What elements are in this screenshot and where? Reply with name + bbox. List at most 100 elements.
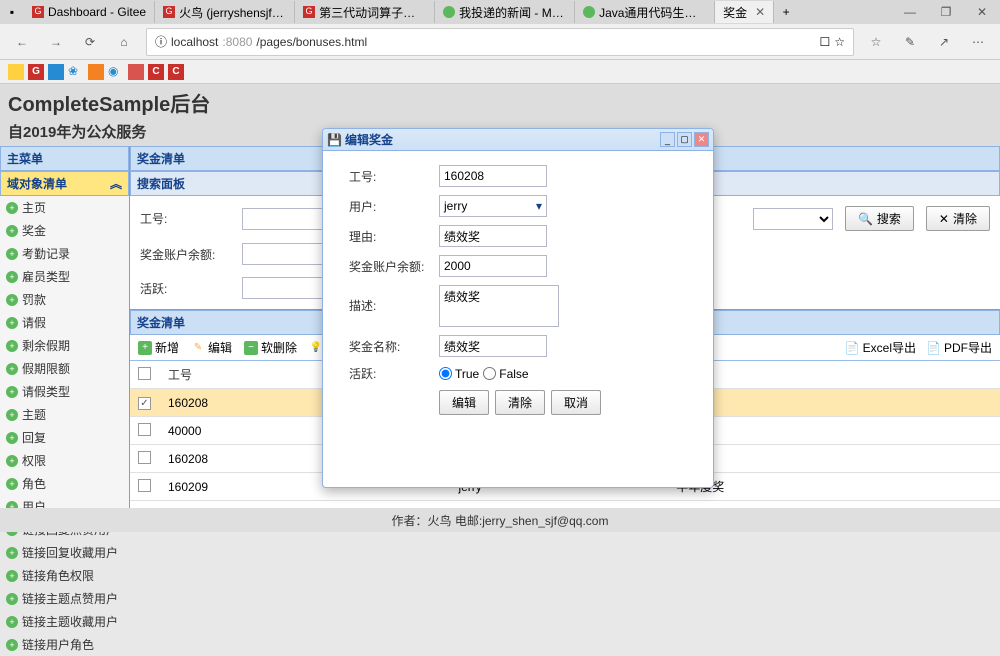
- plus-icon: +: [6, 317, 18, 329]
- tab-5-active[interactable]: 奖金✕: [715, 1, 774, 23]
- plus-icon: +: [6, 340, 18, 352]
- bookmark-5[interactable]: [88, 64, 104, 80]
- sidebar-item[interactable]: +奖金: [0, 219, 129, 242]
- fld-user-select[interactable]: jerry▾: [439, 195, 547, 217]
- new-tab-button[interactable]: +: [774, 1, 798, 23]
- bookmark-4[interactable]: ❀: [68, 64, 84, 80]
- bookmark-star-icon[interactable]: ☆: [834, 35, 845, 49]
- sidebar-item[interactable]: +雇员类型: [0, 265, 129, 288]
- bookmark-8[interactable]: C: [148, 64, 164, 80]
- tab-4[interactable]: Java通用代码生成器光: [575, 1, 715, 23]
- bookmark-7[interactable]: [128, 64, 144, 80]
- sidebar-item[interactable]: +链接角色权限: [0, 564, 129, 587]
- bookmark-2[interactable]: G: [28, 64, 44, 80]
- edit-icon[interactable]: ✎: [898, 30, 922, 54]
- home-button[interactable]: ⌂: [112, 30, 136, 54]
- edit-dialog: 💾编辑奖金 _ ▢ ✕ 工号: 用户:jerry▾ 理由: 奖金账户余额: 描述…: [322, 128, 714, 488]
- window-maximize-button[interactable]: ❐: [932, 2, 960, 22]
- plus-icon: +: [6, 225, 18, 237]
- row-checkbox[interactable]: [138, 451, 151, 464]
- forward-button[interactable]: →: [44, 30, 68, 54]
- collapse-icon[interactable]: ︽: [110, 175, 122, 192]
- url-bar[interactable]: ⓘ localhost:8080/pages/bonuses.html ☐ ☆: [146, 28, 854, 56]
- sidebar-item[interactable]: +罚款: [0, 288, 129, 311]
- minus-icon: −: [244, 341, 258, 355]
- row-checkbox[interactable]: [138, 423, 151, 436]
- edit-button[interactable]: ✎编辑: [191, 339, 232, 356]
- sidebar-item[interactable]: +假期限额: [0, 357, 129, 380]
- sidebar-item[interactable]: +剩余假期: [0, 334, 129, 357]
- reload-button[interactable]: ⟳: [78, 30, 102, 54]
- row-checkbox[interactable]: [138, 479, 151, 492]
- sidebar-item[interactable]: +请假类型: [0, 380, 129, 403]
- close-tab-icon[interactable]: ✕: [755, 5, 765, 19]
- sidebar-item[interactable]: +考勤记录: [0, 242, 129, 265]
- system-menu-icon[interactable]: ▪: [4, 4, 20, 20]
- sidebar-item[interactable]: +链接主题点赞用户: [0, 587, 129, 610]
- sidebar-item[interactable]: +主题: [0, 403, 129, 426]
- bookmark-1[interactable]: [8, 64, 24, 80]
- plus-icon: +: [6, 409, 18, 421]
- sidebar-item[interactable]: +链接主题收藏用户: [0, 610, 129, 633]
- radio-true[interactable]: True: [439, 367, 479, 381]
- dialog-cancel-button[interactable]: 取消: [551, 390, 601, 415]
- tab-1[interactable]: G火鸟 (jerryshensjf) - Git: [155, 1, 295, 23]
- radio-false[interactable]: False: [483, 367, 528, 381]
- plus-icon: +: [6, 363, 18, 375]
- sidebar-item[interactable]: +权限: [0, 449, 129, 472]
- reader-icon[interactable]: ☐: [819, 35, 830, 49]
- fav-icon[interactable]: ☆: [864, 30, 888, 54]
- sidebar-item[interactable]: +回复: [0, 426, 129, 449]
- fld-reason-input[interactable]: [439, 225, 547, 247]
- plus-icon: +: [6, 271, 18, 283]
- bookmark-3[interactable]: [48, 64, 64, 80]
- clear-button[interactable]: ✕清除: [926, 206, 990, 231]
- fld-name-input[interactable]: [439, 335, 547, 357]
- sidebar-item[interactable]: +主页: [0, 196, 129, 219]
- dialog-close-button[interactable]: ✕: [694, 132, 709, 147]
- window-minimize-button[interactable]: —: [896, 2, 924, 22]
- site-icon: [583, 6, 595, 18]
- search-select[interactable]: [753, 208, 833, 230]
- tab-3[interactable]: 我投递的新闻 - MS&A(: [435, 1, 575, 23]
- tab-0[interactable]: GDashboard - Gitee: [24, 1, 155, 23]
- tab-2[interactable]: G第三代动词算子式代码: [295, 1, 435, 23]
- back-button[interactable]: ←: [10, 30, 34, 54]
- sidebar-main-header[interactable]: 主菜单: [0, 146, 129, 171]
- dialog-minimize-button[interactable]: _: [660, 132, 675, 147]
- dialog-maximize-button[interactable]: ▢: [677, 132, 692, 147]
- fld-active-label: 活跃:: [349, 365, 439, 382]
- dialog-edit-button[interactable]: 编辑: [439, 390, 489, 415]
- dialog-header[interactable]: 💾编辑奖金 _ ▢ ✕: [323, 129, 713, 151]
- plus-icon: +: [6, 386, 18, 398]
- bookmark-bar: G ❀ ◉ C C: [0, 60, 1000, 84]
- search-button[interactable]: 🔍搜索: [845, 206, 914, 231]
- gitee-icon: G: [303, 6, 315, 18]
- sidebar-item[interactable]: +请假: [0, 311, 129, 334]
- bulb-icon: 💡: [309, 341, 323, 355]
- excel-export-button[interactable]: 📄Excel导出: [845, 339, 916, 356]
- col-reason[interactable]: 理由: [668, 361, 1000, 389]
- site-info-icon[interactable]: ⓘ: [155, 33, 167, 50]
- select-all-checkbox[interactable]: [138, 367, 151, 380]
- window-close-button[interactable]: ✕: [968, 2, 996, 22]
- plus-icon: +: [138, 341, 152, 355]
- pdf-icon: 📄: [926, 341, 941, 355]
- sidebar-item[interactable]: +链接回复收藏用户: [0, 541, 129, 564]
- fld-id-input[interactable]: [439, 165, 547, 187]
- bookmark-9[interactable]: C: [168, 64, 184, 80]
- dialog-clear-button[interactable]: 清除: [495, 390, 545, 415]
- plus-icon: +: [6, 248, 18, 260]
- row-checkbox[interactable]: [138, 397, 151, 410]
- softdelete-button[interactable]: −软删除: [244, 339, 297, 356]
- fld-balance-input[interactable]: [439, 255, 547, 277]
- add-button[interactable]: +新增: [138, 339, 179, 356]
- sidebar-domain-header[interactable]: 域对象清单︽: [0, 171, 129, 196]
- share-icon[interactable]: ↗: [932, 30, 956, 54]
- pdf-export-button[interactable]: 📄PDF导出: [926, 339, 992, 356]
- bookmark-6[interactable]: ◉: [108, 64, 124, 80]
- fld-desc-textarea[interactable]: [439, 285, 559, 327]
- menu-icon[interactable]: ⋯: [966, 30, 990, 54]
- sidebar-item[interactable]: +角色: [0, 472, 129, 495]
- sidebar-item[interactable]: +链接用户角色: [0, 633, 129, 656]
